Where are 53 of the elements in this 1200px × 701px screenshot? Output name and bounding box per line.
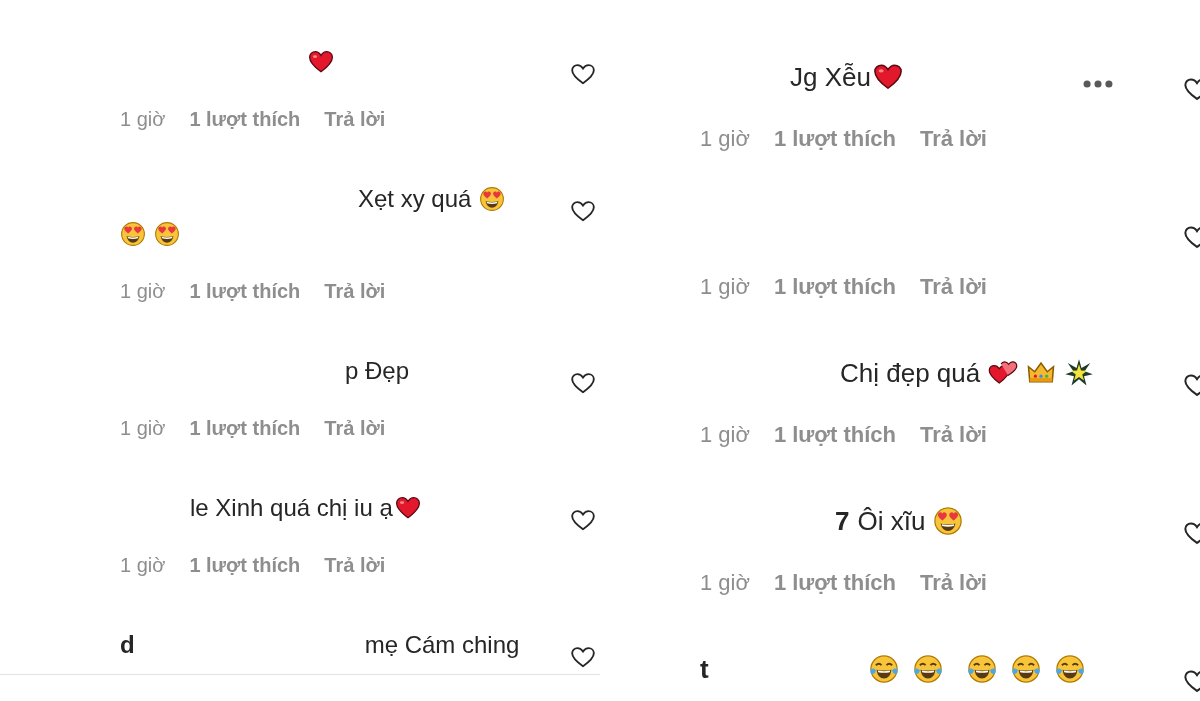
reply-link[interactable]: Trả lời xyxy=(919,570,987,596)
laughing-tears-face-icon xyxy=(1010,654,1041,684)
reply-link[interactable]: Trả lời xyxy=(324,416,386,440)
like-count[interactable]: 1 lượt thích xyxy=(773,570,896,596)
username[interactable]: t xyxy=(700,653,709,685)
reply-link[interactable]: Trả lời xyxy=(324,553,386,577)
like-count[interactable]: 1 lượt thích xyxy=(773,126,896,152)
comment-text: mẹ Cám ching xyxy=(364,630,520,659)
comment-text: le Xinh quá chị iu ạ xyxy=(190,493,393,522)
comment-time: 1 giờ xyxy=(120,279,166,303)
like-count[interactable]: 1 lượt thích xyxy=(189,553,301,577)
comment-time: 1 giờ xyxy=(700,422,750,448)
laughing-tears-face-icon xyxy=(912,654,943,684)
reply-link[interactable]: Trả lời xyxy=(324,107,386,131)
like-heart-icon[interactable] xyxy=(570,370,596,396)
like-heart-icon[interactable] xyxy=(570,198,596,224)
comment-time: 1 giờ xyxy=(700,126,750,152)
like-count[interactable]: 1 lượt thích xyxy=(773,422,896,448)
reply-link[interactable]: Trả lời xyxy=(919,126,987,152)
heart-emoji-icon xyxy=(308,48,334,75)
like-count[interactable]: 1 lượt thích xyxy=(189,416,301,440)
comment-text: Jg Xễu xyxy=(790,61,871,93)
comment-time: 1 giờ xyxy=(700,570,750,596)
like-heart-icon[interactable] xyxy=(570,61,596,87)
comment-text: Ôi xĩu xyxy=(857,505,926,537)
like-count[interactable]: 1 lượt thích xyxy=(189,107,301,131)
comment-text: p Đẹp xyxy=(345,356,410,385)
laughing-tears-face-icon xyxy=(1054,654,1085,684)
username[interactable]: 7 xyxy=(835,505,850,537)
sparkle-star-icon xyxy=(1064,358,1095,388)
heart-eyes-face-icon xyxy=(479,185,506,212)
comment-time: 1 giờ xyxy=(120,107,166,131)
heart-eyes-face-icon xyxy=(120,220,146,247)
comment-text: Chị đẹp quá xyxy=(840,357,981,389)
like-heart-icon[interactable] xyxy=(570,507,596,533)
username[interactable]: d xyxy=(120,630,135,659)
reply-link[interactable]: Trả lời xyxy=(919,274,987,300)
comment-text: Xẹt xy quá xyxy=(358,184,472,213)
heart-eyes-face-icon xyxy=(154,220,180,247)
like-heart-icon[interactable] xyxy=(570,644,596,670)
like-count[interactable]: 1 lượt thích xyxy=(773,274,896,300)
laughing-tears-face-icon xyxy=(966,654,997,684)
comment-time: 1 giờ xyxy=(700,274,750,300)
heart-emoji-icon xyxy=(394,494,421,521)
laughing-tears-face-icon xyxy=(868,654,899,684)
reply-link[interactable]: Trả lời xyxy=(324,279,386,303)
heart-emoji-icon xyxy=(872,62,903,92)
heart-eyes-face-icon xyxy=(933,506,964,536)
more-options-icon[interactable] xyxy=(1083,78,1113,90)
reply-link[interactable]: Trả lời xyxy=(919,422,987,448)
comment-time: 1 giờ xyxy=(120,553,166,577)
like-count[interactable]: 1 lượt thích xyxy=(189,279,301,303)
comment-time: 1 giờ xyxy=(120,416,166,440)
